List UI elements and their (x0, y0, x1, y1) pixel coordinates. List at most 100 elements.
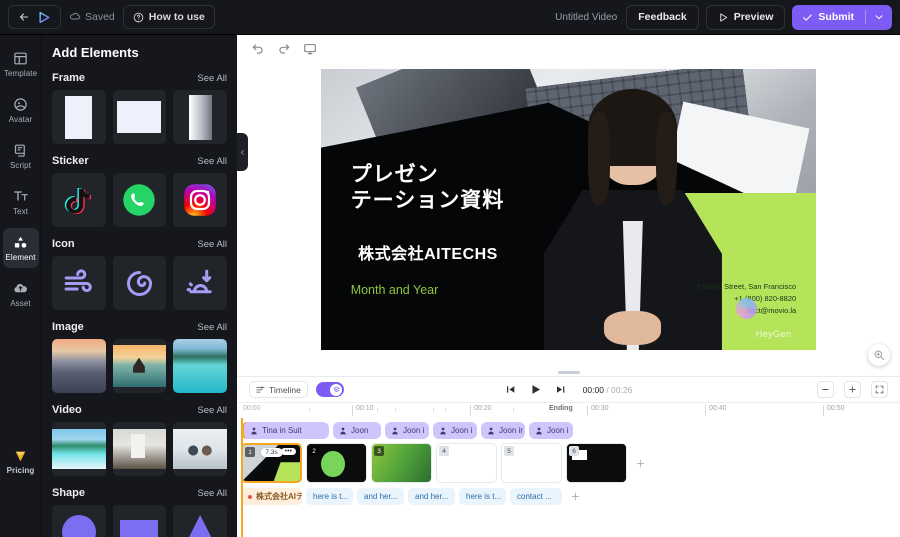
whatsapp-sticker-item[interactable] (112, 173, 167, 227)
preview-button[interactable]: Preview (705, 4, 786, 30)
playback-controls: 00:00 / 00:26 (505, 383, 632, 396)
timeline-tracks: Tina in Suit Joon Joon i Joon i Joon ir … (237, 418, 900, 537)
caption-label: 株式会社AIテッ... (256, 492, 302, 501)
office-meeting-video-item[interactable] (112, 422, 167, 476)
sunset-icon-item[interactable] (173, 256, 227, 310)
timeline-chip-label: Timeline (269, 384, 301, 395)
sidebar-item-template[interactable]: Template (3, 44, 39, 84)
hurricane-icon-item[interactable] (112, 256, 167, 310)
triangle-shape-item[interactable] (173, 505, 227, 537)
avatar-clip[interactable]: Joon i (433, 422, 477, 439)
scene-thumbnail[interactable]: 3 (371, 443, 432, 483)
frame-vertical-item[interactable] (52, 90, 106, 144)
caption-label: here is t... (313, 492, 349, 501)
lagoon-hut-image-item[interactable] (112, 339, 167, 393)
frame-horizontal-item[interactable] (112, 90, 167, 144)
see-all-frame[interactable]: See All (197, 73, 227, 84)
slide-title-line1: プレゼン (350, 162, 439, 186)
timeline-ruler[interactable]: 00:00 00:10 00:20 Ending 00:30 00:40 00:… (237, 402, 900, 418)
beach-boat-video-item[interactable] (52, 422, 106, 476)
skip-end-icon[interactable] (555, 384, 566, 395)
rectangle-shape-item[interactable] (112, 505, 167, 537)
avatar-clip[interactable]: Joon (333, 422, 381, 439)
skip-start-icon[interactable] (505, 384, 516, 395)
circle-shape-item[interactable] (52, 505, 106, 537)
see-all-video[interactable]: See All (197, 405, 227, 416)
avatar-clip[interactable]: Joon i (529, 422, 573, 439)
sidebar-item-asset[interactable]: Asset (3, 274, 39, 314)
slide-company[interactable]: 株式会社AITECHS (358, 240, 498, 264)
zoom-out-button[interactable] (817, 381, 834, 398)
add-caption-button[interactable] (566, 488, 585, 505)
sidebar-item-element[interactable]: Element (2, 228, 39, 268)
see-all-icon[interactable]: See All (197, 239, 227, 250)
caption-clip[interactable]: and her... (408, 488, 455, 505)
slide-title[interactable]: プレゼン テーション資料 (351, 162, 505, 215)
slide-date[interactable]: Month and Year (351, 283, 439, 297)
panel-collapse-handle[interactable] (237, 133, 248, 171)
caption-clip[interactable]: contact ... (510, 488, 562, 505)
sidebar-item-pricing[interactable]: Pricing (3, 442, 39, 482)
slide-contact-address: 3 Movio Street, San Francisco (695, 282, 797, 292)
scene-duration-badge[interactable]: 7.3s (260, 448, 283, 457)
timeline-panel: Timeline 00:00 / 00:26 00:00 00:10 00:20… (237, 376, 900, 537)
section-header-sticker: Sticker See All (52, 155, 227, 167)
avatar-clip[interactable]: Joon ir (481, 422, 525, 439)
couple-toast-video-item[interactable] (173, 422, 227, 476)
slide-canvas[interactable]: プレゼン テーション資料 株式会社AITECHS Month and Year … (321, 69, 816, 350)
scene-thumbnail[interactable]: 6 (566, 443, 627, 483)
back-and-logo-group[interactable] (8, 5, 61, 29)
desert-sunset-image-item[interactable] (52, 339, 106, 393)
instagram-sticker-item[interactable] (173, 173, 227, 227)
add-scene-button[interactable] (631, 443, 650, 483)
scene-thumbnail[interactable]: 2 (306, 443, 367, 483)
zoom-in-icon[interactable] (868, 344, 890, 366)
feedback-button[interactable]: Feedback (626, 4, 699, 30)
heygen-logo-icon[interactable] (38, 11, 51, 24)
play-icon[interactable] (529, 383, 542, 396)
sidebar-item-element-label: Element (5, 252, 36, 262)
see-all-sticker[interactable]: See All (197, 156, 227, 167)
timeline-resize-handle[interactable] (557, 371, 580, 374)
submit-main[interactable]: Submit (792, 5, 865, 30)
ruler-mark-3: 00:30 (587, 405, 609, 416)
avatar-clip[interactable]: Joon i (385, 422, 429, 439)
sidebar-item-text[interactable]: Text (3, 182, 39, 222)
caption-clip[interactable]: and her... (357, 488, 404, 505)
caption-clip[interactable]: 株式会社AIテッ... (241, 488, 302, 505)
caption-status-dot (248, 494, 252, 499)
sidebar-item-script[interactable]: Script (3, 136, 39, 176)
frame-gradient-item[interactable] (173, 90, 227, 144)
see-all-shape[interactable]: See All (197, 488, 227, 499)
saved-status: Saved (69, 11, 115, 23)
undo-icon[interactable] (251, 42, 265, 56)
arrow-left-icon[interactable] (18, 11, 30, 23)
tiktok-sticker-item[interactable] (52, 173, 106, 227)
caption-clip[interactable]: here is t... (306, 488, 353, 505)
caption-clip[interactable]: here is t... (459, 488, 506, 505)
chevron-down-icon[interactable] (866, 5, 892, 30)
submit-button[interactable]: Submit (792, 4, 892, 30)
fit-screen-button[interactable] (871, 381, 888, 398)
panel-title: Add Elements (52, 45, 139, 60)
display-icon[interactable] (303, 42, 317, 56)
ruler-mark-4: 00:40 (705, 405, 727, 416)
feedback-label: Feedback (638, 11, 687, 23)
see-all-image[interactable]: See All (197, 322, 227, 333)
tropical-resort-image-item[interactable] (173, 339, 227, 393)
redo-icon[interactable] (277, 42, 291, 56)
scene-thumbnail[interactable]: 4 (436, 443, 497, 483)
scene-thumbnail[interactable]: 1 7.3s ••• (241, 443, 302, 483)
timeline-toggle[interactable] (315, 382, 344, 397)
scene-more-icon[interactable]: ••• (280, 448, 296, 455)
timeline-chip[interactable]: Timeline (249, 381, 308, 398)
project-title[interactable]: Untitled Video (555, 12, 617, 23)
timeline-playhead[interactable] (241, 418, 243, 537)
scene-thumbnail[interactable]: 5 (501, 443, 562, 483)
zoom-in-button[interactable] (844, 381, 861, 398)
wind-icon-item[interactable] (52, 256, 106, 310)
avatar-clip[interactable]: Tina in Suit (241, 422, 329, 439)
submit-label: Submit (818, 11, 854, 23)
sidebar-item-avatar[interactable]: Avatar (3, 90, 39, 130)
how-to-use-button[interactable]: How to use (122, 5, 215, 29)
